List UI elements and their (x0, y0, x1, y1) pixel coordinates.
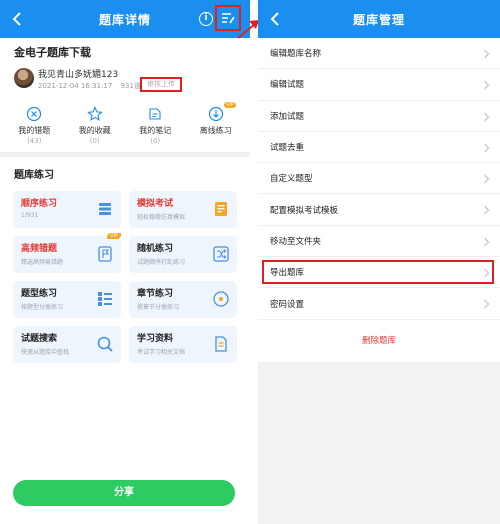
question-count: 931道 (120, 82, 141, 90)
stat-wrong[interactable]: 我的错题 (43) (4, 104, 65, 148)
menu-item-label: 配置模拟考试模板 (270, 205, 339, 216)
back-arrow-icon[interactable] (8, 9, 28, 29)
card-random[interactable]: 随机练习 试题顺序打乱练习 (129, 236, 237, 273)
shuffle-icon (213, 246, 229, 262)
stat-count: (0) (89, 137, 100, 145)
page-title: 题库管理 (352, 12, 405, 27)
menu-item-edit-name[interactable]: 编辑题库名称 (258, 38, 500, 70)
menu-item-label: 密码设置 (270, 299, 305, 310)
export-highlight (262, 260, 494, 285)
stat-label: 离线练习 (199, 126, 232, 135)
list-icon (99, 203, 111, 215)
chevron-right-icon (484, 237, 490, 247)
manage-header: 题库管理 (258, 0, 500, 38)
stat-count: (43) (27, 137, 42, 145)
stat-favorites[interactable]: 我的收藏 (0) (65, 104, 126, 148)
bank-manage-screen: 题库管理 编辑题库名称 编辑试题 添加试题 试题去重 自定义题型 配置模拟考试模… (258, 0, 500, 524)
chevron-right-icon (484, 112, 490, 122)
stat-count: (0) (150, 137, 161, 145)
avatar (14, 68, 34, 88)
menu-item-label: 移动至文件夹 (270, 236, 322, 247)
search-icon (97, 336, 113, 352)
menu-item-label: 编辑题库名称 (270, 49, 322, 60)
category-icon (98, 292, 112, 306)
chevron-right-icon (484, 80, 490, 90)
menu-item-exam-template[interactable]: 配置模拟考试模板 (258, 194, 500, 226)
created-date: 2021-12-04 16:31:17 (38, 82, 113, 90)
menu-item-custom-types[interactable]: 自定义题型 (258, 163, 500, 195)
menu-item-label: 自定义题型 (270, 174, 313, 185)
stat-label: 我的笔记 (139, 126, 172, 135)
menu-item-export[interactable]: 导出题库 (258, 257, 500, 289)
card-mock-exam[interactable]: 模拟考试 轻松稳稳仿真模拟 (129, 191, 237, 228)
divider (0, 152, 250, 157)
menu-item-edit-questions[interactable]: 编辑试题 (258, 69, 500, 101)
card-question-type[interactable]: 题型练习 按题型分类练习 (13, 281, 121, 318)
stats-bar: 我的错题 (43) 我的收藏 (0) 我的笔记 (0) VIP 离线练习 (4, 102, 247, 148)
manage-menu: 编辑题库名称 编辑试题 添加试题 试题去重 自定义题型 配置模拟考试模板 移动至… (258, 38, 500, 362)
section-title: 题库练习 (14, 170, 54, 181)
page-title: 题库详情 (98, 12, 151, 27)
exam-icon (215, 202, 227, 216)
stat-label: 我的收藏 (78, 126, 111, 135)
vip-badge: VIP (224, 102, 236, 108)
chevron-right-icon (484, 143, 490, 153)
chevron-right-icon (484, 206, 490, 215)
chevron-right-icon (484, 49, 490, 59)
stat-label: 我的错题 (18, 126, 51, 135)
edit-list-icon (222, 13, 235, 24)
author-name: 我见青山多妩媚123 (38, 70, 119, 80)
stat-offline[interactable]: VIP 离线练习 (186, 102, 247, 148)
card-chapter[interactable]: 章节练习 按章节分类练习 (129, 281, 237, 318)
menu-item-move-folder[interactable]: 移动至文件夹 (258, 226, 500, 258)
card-sequential[interactable]: 顺序练习 1/931 (13, 191, 121, 228)
stat-notes[interactable]: 我的笔记 (0) (125, 104, 186, 148)
star-icon (86, 106, 103, 121)
menu-item-add-questions[interactable]: 添加试题 (258, 101, 500, 132)
card-search[interactable]: 试题搜索 快速从题库中查找 (13, 326, 121, 363)
target-icon (213, 291, 229, 307)
vip-badge: VIP (107, 233, 121, 239)
menu-item-label: 编辑试题 (270, 80, 305, 91)
menu-item-label: 试题去重 (270, 143, 305, 154)
detail-header: 题库详情 i (0, 0, 250, 38)
practice-grid: 顺序练习 1/931 模拟考试 轻松稳稳仿真模拟 VIP 高频错题 精选高频易错… (13, 191, 237, 363)
bank-detail-screen: 题库详情 i 金电子题库下载 我见青山多妩媚123 2021-12-04 16:… (0, 0, 250, 524)
upload-status: 审核上传 (147, 80, 175, 88)
menu-item-password[interactable]: 密码设置 (258, 288, 500, 320)
menu-item-dedupe[interactable]: 试题去重 (258, 132, 500, 164)
back-arrow-icon[interactable] (266, 9, 286, 29)
menu-item-label: 添加试题 (270, 111, 305, 122)
info-icon[interactable]: i (199, 12, 213, 26)
download-icon (208, 106, 223, 122)
card-study-materials[interactable]: 学习资料 考试学习相关文档 (129, 326, 237, 363)
note-icon (149, 108, 161, 120)
document-icon (215, 336, 227, 352)
flag-icon (98, 246, 112, 262)
upload-status-highlight[interactable]: 审核上传 (140, 77, 182, 92)
chevron-right-icon (484, 268, 490, 278)
x-circle-icon (27, 106, 42, 122)
chevron-right-icon (484, 299, 490, 309)
share-button[interactable]: 分享 (13, 480, 235, 506)
delete-bank-button[interactable]: 删除题库 (258, 320, 500, 362)
card-frequent-errors[interactable]: VIP 高频错题 精选高频易错题 (13, 233, 121, 273)
chevron-right-icon (484, 174, 490, 184)
bank-meta: 2021-12-04 16:31:17 931道 (38, 81, 147, 91)
bank-title: 金电子题库下载 (14, 46, 91, 59)
